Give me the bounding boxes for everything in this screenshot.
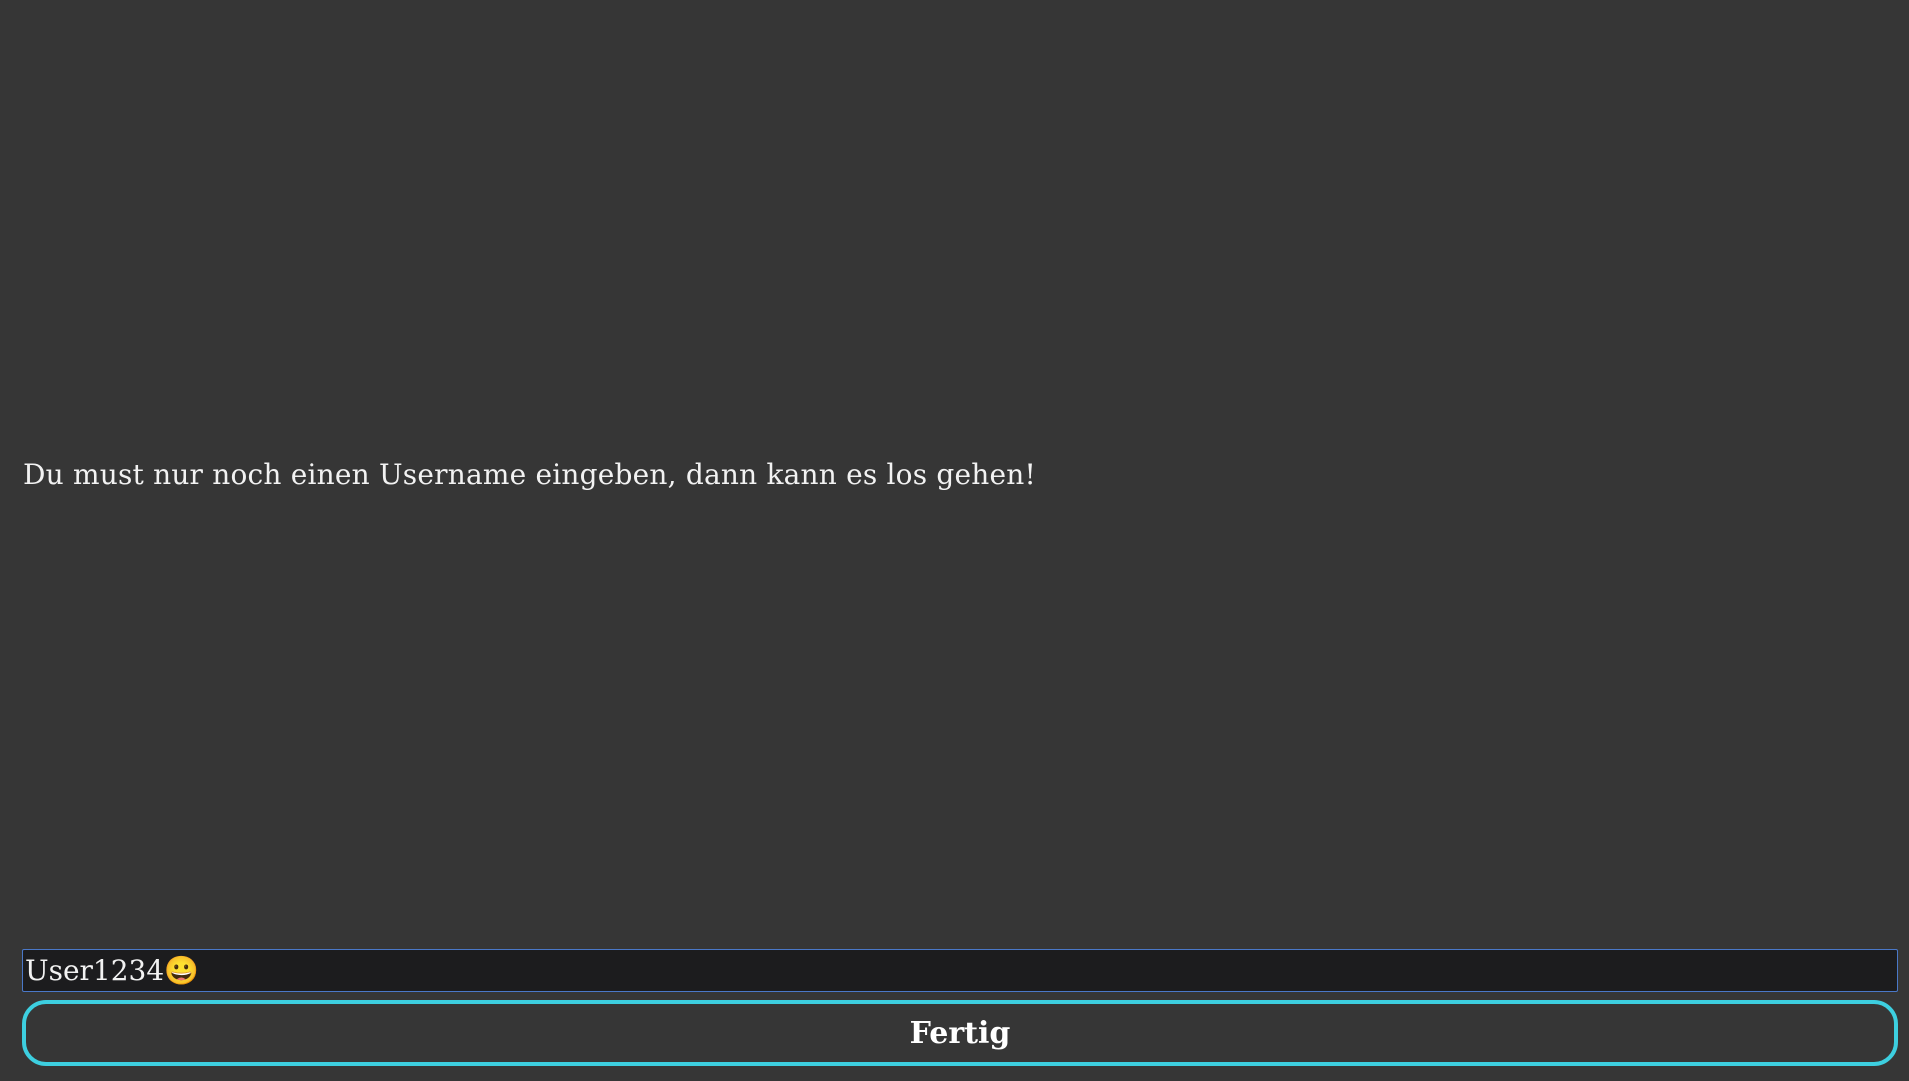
username-input[interactable] [22,949,1898,992]
done-button[interactable]: Fertig [22,1000,1898,1066]
done-button-label: Fertig [909,1015,1011,1051]
username-screen: Du must nur noch einen Username eingeben… [0,0,1909,1081]
instruction-text: Du must nur noch einen Username eingeben… [23,458,1036,491]
